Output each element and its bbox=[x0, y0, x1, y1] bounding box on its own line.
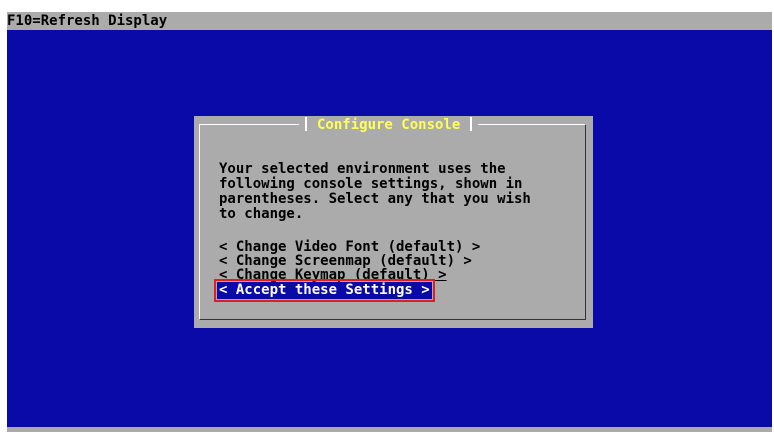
bottom-status-bar bbox=[7, 427, 772, 432]
console-screen: F10=Refresh Display Configure Console Yo… bbox=[7, 12, 772, 432]
message-line: Your selected environment uses the bbox=[219, 161, 506, 177]
message-line: to change. bbox=[219, 206, 304, 222]
accept-settings-option[interactable]: < Accept these Settings > bbox=[214, 279, 435, 302]
dialog-message: Your selected environment uses the follow… bbox=[219, 162, 579, 222]
console-options-menu: < Change Video Font (default) > < Change… bbox=[214, 240, 480, 302]
message-line: following console settings, shown in bbox=[219, 176, 523, 192]
change-screenmap-option[interactable]: < Change Screenmap (default) > bbox=[219, 254, 480, 268]
refresh-display-hint: F10=Refresh Display bbox=[7, 12, 772, 30]
title-right-bar bbox=[470, 117, 473, 131]
title-left-bar bbox=[305, 117, 307, 131]
message-line: parentheses. Select any that you wish bbox=[219, 191, 531, 207]
dialog-title-text: Configure Console bbox=[317, 117, 461, 133]
change-keymap-option[interactable]: < Change Keymap (default) > bbox=[219, 268, 480, 282]
dialog-title: Configure Console bbox=[299, 116, 479, 134]
configure-console-dialog: Configure Console Your selected environm… bbox=[194, 116, 593, 328]
change-video-font-option[interactable]: < Change Video Font (default) > bbox=[219, 240, 480, 254]
